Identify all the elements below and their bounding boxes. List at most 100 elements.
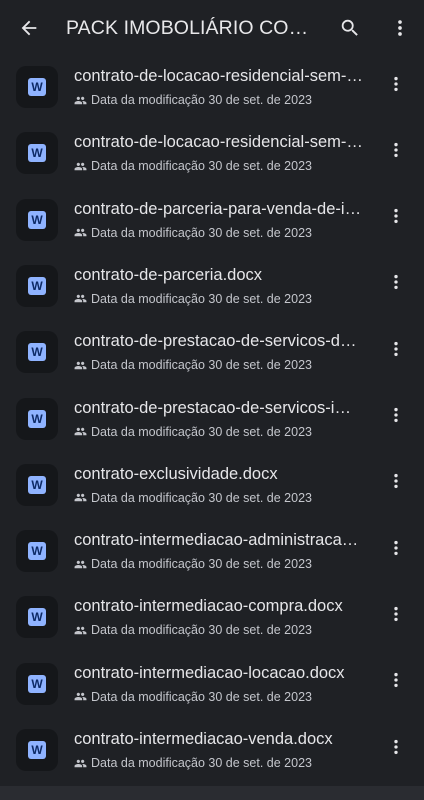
file-more-button[interactable] xyxy=(384,406,408,430)
file-more-button[interactable] xyxy=(384,671,408,695)
file-name: contrato-de-prestacao-de-servicos-de-cor… xyxy=(74,332,364,351)
file-name: contrato-intermediacao-compra.docx xyxy=(74,597,343,616)
file-name: contrato-intermediacao-administracao.doc… xyxy=(74,531,364,550)
drive-folder-screen: PACK IMOBOLIÁRIO CONTRATOS W contrato-de… xyxy=(0,0,424,800)
file-meta: Data da modificação 30 de set. de 2023 xyxy=(74,622,312,638)
file-name: contrato-intermediacao-locacao.docx xyxy=(74,663,345,682)
file-thumbnail: W xyxy=(16,264,58,307)
file-name: contrato-de-parceria-para-venda-de-imove… xyxy=(74,199,364,218)
shared-people-icon xyxy=(74,491,87,504)
file-thumbnail: W xyxy=(16,198,58,241)
file-name: contrato-intermediacao-venda.docx xyxy=(74,730,333,748)
word-doc-icon: W xyxy=(28,78,46,96)
shared-people-icon xyxy=(74,425,87,438)
modified-date: Data da modificação 30 de set. de 2023 xyxy=(91,557,312,572)
back-button[interactable] xyxy=(10,11,48,49)
file-row[interactable]: W contrato-exclusividade.docx Data da mo… xyxy=(0,458,424,524)
shared-people-icon xyxy=(74,160,87,173)
more-vert-icon xyxy=(386,405,406,430)
file-thumbnail: W xyxy=(16,331,58,374)
file-row[interactable]: W contrato-de-locacao-residencial-sem-ga… xyxy=(0,126,424,192)
more-vert-icon xyxy=(386,538,406,563)
file-row[interactable]: W contrato-intermediacao-locacao.docx Da… xyxy=(0,657,424,723)
word-doc-icon: W xyxy=(28,276,46,295)
file-row[interactable]: W contrato-intermediacao-venda.docx Data… xyxy=(0,723,424,786)
file-more-button[interactable] xyxy=(384,737,408,761)
word-doc-icon: W xyxy=(28,210,46,229)
file-name: contrato-de-locacao-residencial-sem-gara… xyxy=(74,133,364,152)
file-thumbnail: W xyxy=(16,729,58,771)
file-thumbnail: W xyxy=(16,596,58,639)
file-meta: Data da modificação 30 de set. de 2023 xyxy=(74,490,312,506)
search-icon xyxy=(339,17,361,44)
modified-date: Data da modificação 30 de set. de 2023 xyxy=(91,424,312,439)
file-row[interactable]: W contrato-intermediacao-compra.docx Dat… xyxy=(0,590,424,656)
file-more-button[interactable] xyxy=(384,74,408,98)
more-vert-icon xyxy=(389,17,411,44)
file-row[interactable]: W contrato-de-prestacao-de-servicos-de-c… xyxy=(0,325,424,391)
file-thumbnail: W xyxy=(16,530,58,573)
file-more-button[interactable] xyxy=(384,140,408,164)
modified-date: Data da modificação 30 de set. de 2023 xyxy=(91,623,312,638)
file-row[interactable]: W contrato-de-parceria.docx Data da modi… xyxy=(0,259,424,325)
modified-date: Data da modificação 30 de set. de 2023 xyxy=(91,756,312,770)
shared-people-icon xyxy=(74,94,87,107)
more-vert-icon xyxy=(386,670,406,695)
more-vert-icon xyxy=(386,206,406,231)
file-more-button[interactable] xyxy=(384,604,408,628)
more-vert-icon xyxy=(386,604,406,629)
more-vert-icon xyxy=(386,471,406,496)
more-options-button[interactable] xyxy=(381,11,419,49)
shared-people-icon xyxy=(74,558,87,571)
modified-date: Data da modificação 30 de set. de 2023 xyxy=(91,358,312,373)
file-meta: Data da modificação 30 de set. de 2023 xyxy=(74,357,312,373)
file-name: contrato-exclusividade.docx xyxy=(74,464,278,483)
more-vert-icon xyxy=(386,339,406,364)
file-more-button[interactable] xyxy=(384,538,408,562)
word-doc-icon: W xyxy=(28,409,46,428)
file-row[interactable]: W contrato-de-prestacao-de-servicos-imob… xyxy=(0,392,424,458)
file-list: W contrato-de-locacao-residencial-sem-fi… xyxy=(0,60,424,786)
file-meta: Data da modificação 30 de set. de 2023 xyxy=(74,424,312,440)
file-row[interactable]: W contrato-de-parceria-para-venda-de-imo… xyxy=(0,193,424,259)
word-doc-icon: W xyxy=(28,144,46,163)
modified-date: Data da modificação 30 de set. de 2023 xyxy=(91,490,312,505)
shared-people-icon xyxy=(74,226,87,239)
search-button[interactable] xyxy=(331,11,369,49)
modified-date: Data da modificação 30 de set. de 2023 xyxy=(91,225,312,240)
bottom-bar xyxy=(0,786,424,800)
word-doc-icon: W xyxy=(28,343,46,362)
file-meta: Data da modificação 30 de set. de 2023 xyxy=(74,689,312,705)
file-meta: Data da modificação 30 de set. de 2023 xyxy=(74,225,312,241)
file-name: contrato-de-prestacao-de-servicos-imobil… xyxy=(74,398,364,417)
word-doc-icon: W xyxy=(28,674,46,693)
shared-people-icon xyxy=(74,359,87,372)
file-name: contrato-de-parceria.docx xyxy=(74,265,263,284)
modified-date: Data da modificação 30 de set. de 2023 xyxy=(91,291,312,306)
shared-people-icon xyxy=(74,624,87,637)
file-meta: Data da modificação 30 de set. de 2023 xyxy=(74,755,312,771)
file-meta: Data da modificação 30 de set. de 2023 xyxy=(74,291,312,307)
word-doc-icon: W xyxy=(28,542,46,561)
file-row[interactable]: W contrato-de-locacao-residencial-sem-fi… xyxy=(0,60,424,126)
file-thumbnail: W xyxy=(16,463,58,506)
file-meta: Data da modificação 30 de set. de 2023 xyxy=(74,92,312,108)
file-meta: Data da modificação 30 de set. de 2023 xyxy=(74,158,312,174)
arrow-back-icon xyxy=(18,17,40,44)
file-thumbnail: W xyxy=(16,397,58,440)
file-name: contrato-de-locacao-residencial-sem-fiad… xyxy=(74,67,364,85)
file-row[interactable]: W contrato-intermediacao-administracao.d… xyxy=(0,524,424,590)
file-more-button[interactable] xyxy=(384,472,408,496)
more-vert-icon xyxy=(386,737,406,762)
modified-date: Data da modificação 30 de set. de 2023 xyxy=(91,689,312,704)
modified-date: Data da modificação 30 de set. de 2023 xyxy=(91,159,312,174)
file-thumbnail: W xyxy=(16,66,58,108)
shared-people-icon xyxy=(74,292,87,305)
app-bar: PACK IMOBOLIÁRIO CONTRATOS xyxy=(0,0,424,60)
file-more-button[interactable] xyxy=(384,273,408,297)
file-more-button[interactable] xyxy=(384,339,408,363)
file-meta: Data da modificação 30 de set. de 2023 xyxy=(74,556,312,572)
word-doc-icon: W xyxy=(28,608,46,627)
word-doc-icon: W xyxy=(28,475,46,494)
file-more-button[interactable] xyxy=(384,207,408,231)
